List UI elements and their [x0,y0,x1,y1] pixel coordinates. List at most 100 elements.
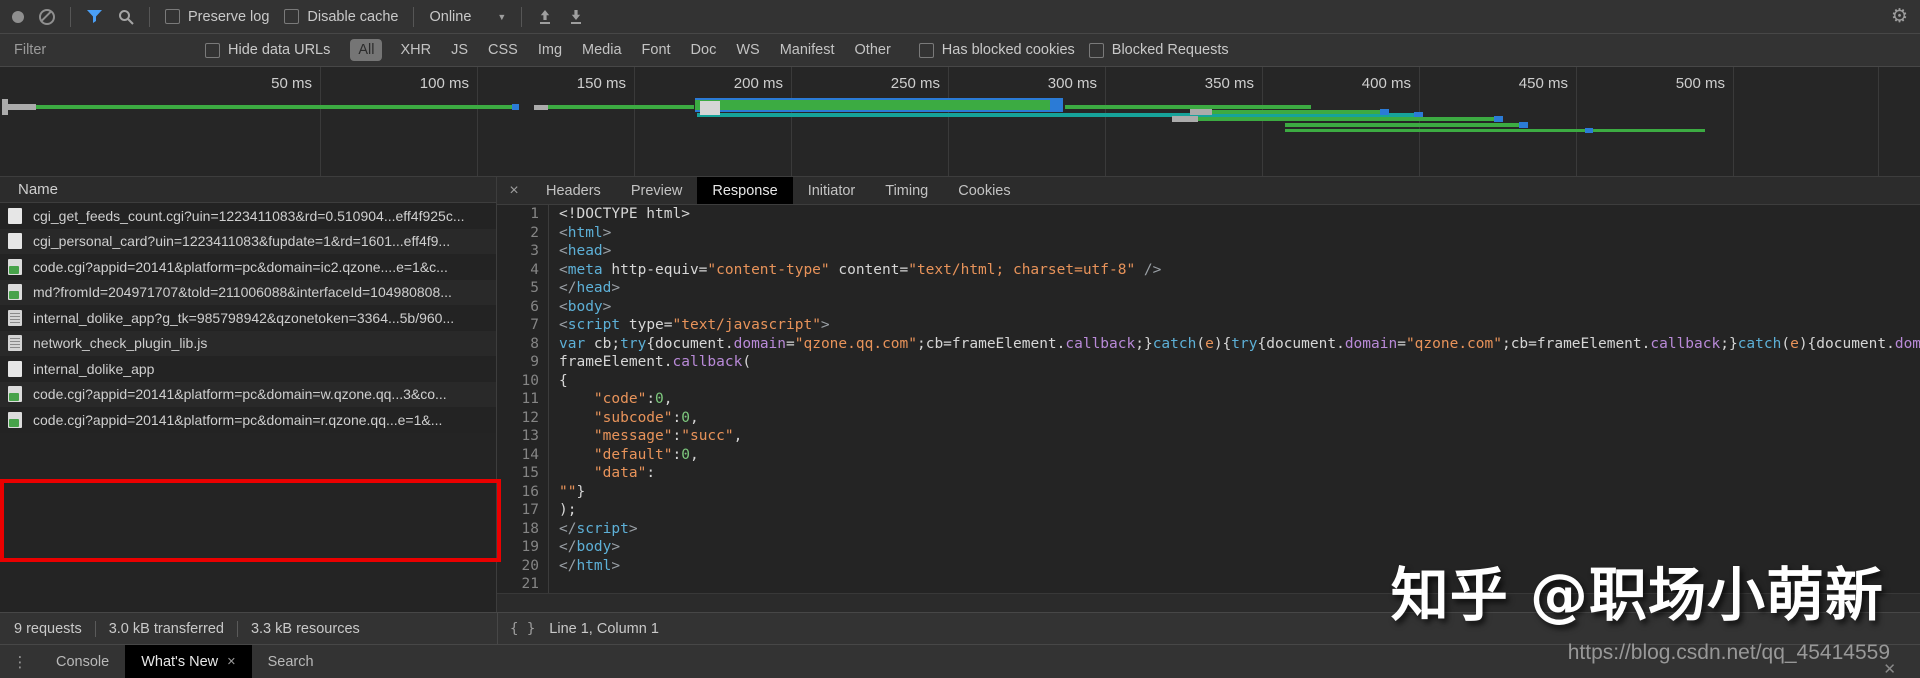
has-blocked-cookies-toggle[interactable]: Has blocked cookies [919,42,1075,58]
tab-headers[interactable]: Headers [531,177,616,204]
code-token: </ [559,558,576,574]
request-row[interactable]: cgi_get_feeds_count.cgi?uin=1223411083&r… [0,203,496,229]
waterfall-bar [1380,109,1389,115]
tab-cookies[interactable]: Cookies [943,177,1025,204]
tab-preview[interactable]: Preview [616,177,698,204]
code-token: frameElement. [559,354,673,370]
close-icon[interactable]: × [497,177,531,204]
code-token: "data" [594,465,646,481]
blocked-requests-checkbox[interactable] [1089,43,1104,58]
code-line: 8var cb;try{document.domain="qzone.qq.co… [497,335,1920,354]
name-column-header[interactable]: Name [0,177,496,203]
code-token: ){document. [1799,336,1895,352]
clear-icon[interactable] [39,9,55,25]
filter-chip-css[interactable]: CSS [486,39,520,61]
request-row[interactable]: code.cgi?appid=20141&platform=pc&domain=… [0,254,496,280]
request-name: code.cgi?appid=20141&platform=pc&domain=… [33,386,447,402]
filter-chip-other[interactable]: Other [853,39,893,61]
request-name: code.cgi?appid=20141&platform=pc&domain=… [33,259,448,275]
line-number: 17 [497,501,549,520]
timeline-tick-label: 450 ms [1476,75,1568,92]
preserve-log-checkbox[interactable] [165,9,180,24]
request-row[interactable]: code.cgi?appid=20141&platform=pc&domain=… [0,382,496,408]
search-icon[interactable] [118,9,134,25]
code-token: : [646,391,655,407]
timeline-gridline [477,67,478,176]
code-token: : [646,465,655,481]
hide-data-urls-toggle[interactable]: Hide data URLs [205,42,330,58]
filter-chip-doc[interactable]: Doc [689,39,719,61]
filter-icon[interactable] [86,9,103,24]
filter-chip-xhr[interactable]: XHR [398,39,433,61]
close-icon[interactable]: × [227,654,235,670]
filter-chip-all[interactable]: All [350,39,382,61]
cursor-position: Line 1, Column 1 [549,621,659,637]
drawer-tab-what-s-new[interactable]: What's New× [125,645,251,678]
code-text: <html> [559,224,611,243]
waterfall-bar [512,104,519,110]
more-options-icon[interactable]: ⋮ [0,645,40,678]
drawer-tab-search[interactable]: Search [252,645,330,678]
waterfall-bar [1285,129,1705,132]
network-main: Name cgi_get_feeds_count.cgi?uin=1223411… [0,177,1920,612]
filter-chip-js[interactable]: JS [449,39,470,61]
line-number: 18 [497,520,549,539]
filter-chip-font[interactable]: Font [640,39,673,61]
divider [521,7,522,27]
doc-plain-icon [8,208,22,224]
request-row[interactable]: md?fromId=204971707&told=211006088&inter… [0,280,496,306]
code-token: "text/javascript" [673,317,821,333]
has-blocked-cookies-checkbox[interactable] [919,43,934,58]
request-row[interactable]: cgi_personal_card?uin=1223411083&fupdate… [0,229,496,255]
code-token: {document. [1258,336,1345,352]
code-token: ); [559,502,576,518]
settings-icon[interactable]: ⚙ [1891,7,1908,26]
request-row[interactable]: internal_dolike_app [0,356,496,382]
request-row[interactable]: network_check_plugin_lib.js [0,331,496,357]
code-token: html [568,225,603,241]
code-token: < [559,299,568,315]
code-line: 18 </script> [497,520,1920,539]
code-token: , [734,428,743,444]
disable-cache-toggle[interactable]: Disable cache [284,9,398,25]
filter-chip-img[interactable]: Img [536,39,564,61]
code-token: cb; [585,336,620,352]
request-row[interactable]: internal_dolike_app?g_tk=985798942&qzone… [0,305,496,331]
code-token: > [603,243,612,259]
timeline-tick-label: 200 ms [691,75,783,92]
code-text: "subcode":0, [559,409,699,428]
timeline-overview[interactable]: 50 ms100 ms150 ms200 ms250 ms300 ms350 m… [0,67,1920,177]
drawer-tab-console[interactable]: Console [40,645,125,678]
response-editor[interactable]: 1<!DOCTYPE html>2<html>3<head>4<meta htt… [497,205,1920,594]
code-token: e [1205,336,1214,352]
code-text: "default":0, [559,446,699,465]
code-token: type= [620,317,672,333]
import-har-icon[interactable] [537,9,553,25]
filter-chip-ws[interactable]: WS [734,39,761,61]
tab-initiator[interactable]: Initiator [793,177,871,204]
request-row[interactable]: code.cgi?appid=20141&platform=pc&domain=… [0,407,496,433]
code-line: 15 "data": [497,464,1920,483]
tab-response[interactable]: Response [697,177,792,204]
export-har-icon[interactable] [568,9,584,25]
line-number: 20 [497,557,549,576]
disable-cache-checkbox[interactable] [284,9,299,24]
throttling-select[interactable]: Online ▼ [429,9,506,25]
code-token: ){ [1214,336,1231,352]
preserve-log-toggle[interactable]: Preserve log [165,9,269,25]
code-line: 14 "default":0, [497,446,1920,465]
record-icon[interactable] [12,11,24,23]
timeline-gridline [1576,67,1577,176]
blocked-requests-toggle[interactable]: Blocked Requests [1089,42,1229,58]
tab-timing[interactable]: Timing [870,177,943,204]
filter-chip-media[interactable]: Media [580,39,624,61]
line-number: 2 [497,224,549,243]
code-token: domain [1895,336,1920,352]
code-text: </body> [559,538,620,557]
code-text: </script> [559,520,638,539]
filter-input[interactable] [12,41,191,59]
request-detail-pane: × HeadersPreviewResponseInitiatorTimingC… [497,177,1920,612]
filter-chip-manifest[interactable]: Manifest [778,39,837,61]
hide-data-urls-checkbox[interactable] [205,43,220,58]
code-token: , [690,410,699,426]
